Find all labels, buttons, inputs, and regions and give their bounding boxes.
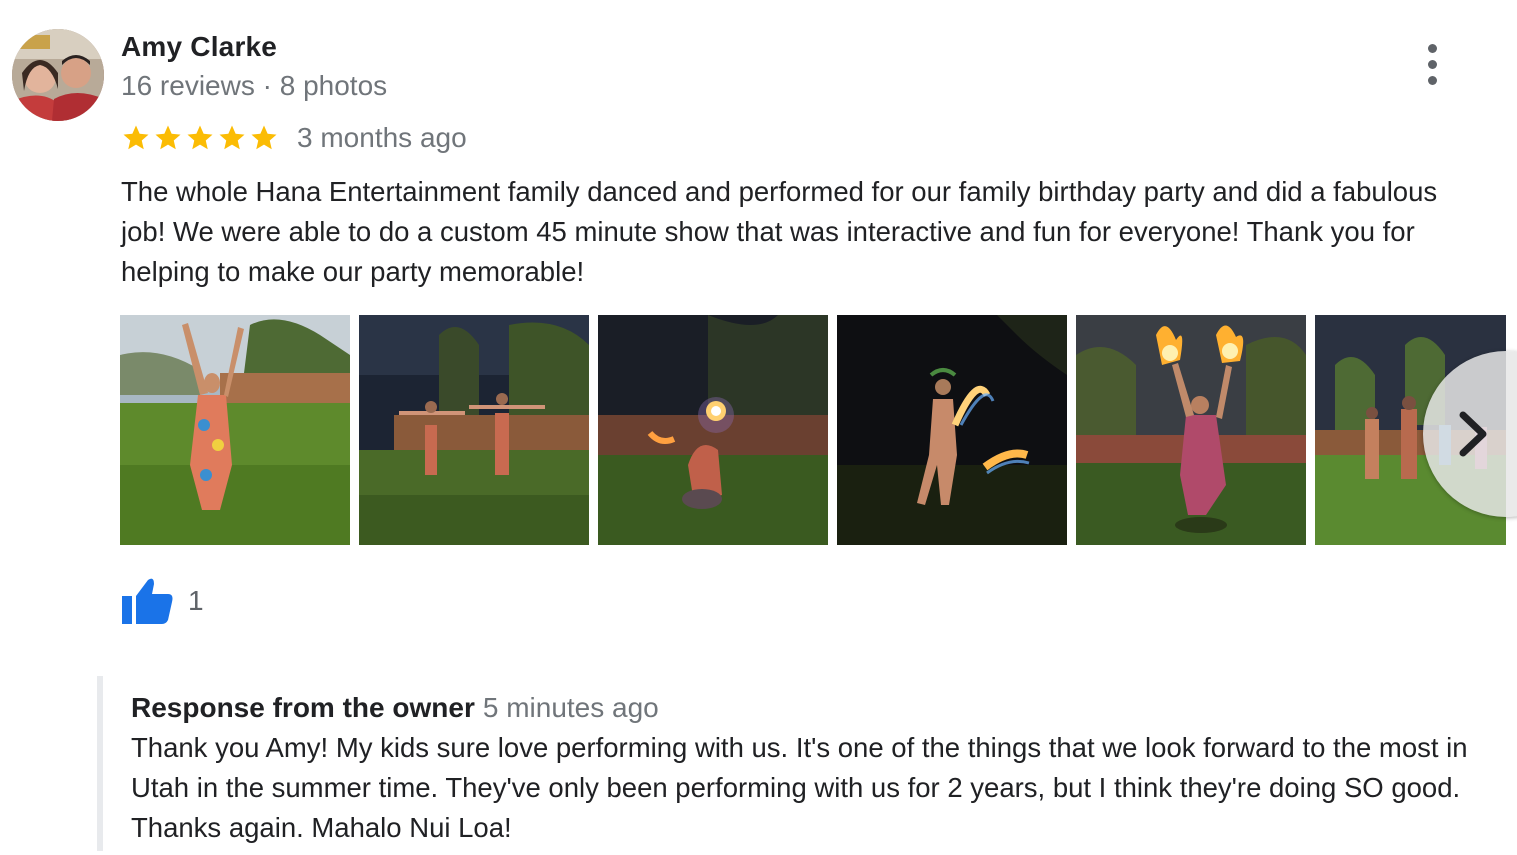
review-text: The whole Hana Entertainment family danc… — [121, 176, 1438, 287]
star-rating — [121, 123, 279, 153]
more-dot — [1427, 75, 1437, 85]
more-dot — [1427, 43, 1437, 53]
like-count: 1 — [188, 585, 204, 616]
star-icon — [251, 125, 277, 150]
star-icon — [219, 125, 245, 150]
rating-row: 3 months ago — [121, 120, 467, 156]
owner-response-text: Thank you Amy! My kids sure love perform… — [131, 732, 1468, 843]
reviewer-meta: 16 reviews · 8 photos — [121, 70, 388, 101]
review-photo-5[interactable] — [1076, 315, 1306, 545]
review-photo-2[interactable] — [359, 315, 589, 545]
more-dot — [1427, 59, 1437, 69]
review-photo-4[interactable] — [837, 315, 1067, 545]
owner-response-time: 5 minutes ago — [482, 692, 659, 723]
thumbs-up-icon[interactable] — [120, 576, 174, 626]
star-icon — [187, 125, 213, 150]
owner-response: Response from the owner 5 minutes ago Tha… — [97, 676, 1503, 851]
review-photo-1[interactable] — [120, 315, 350, 545]
photo-strip — [120, 315, 1506, 545]
review-time: 3 months ago — [297, 122, 467, 153]
owner-response-header: Response from the owner 5 minutes ago — [131, 692, 659, 724]
review-photo-3[interactable] — [598, 315, 828, 545]
star-icon — [155, 125, 181, 150]
owner-response-title: Response from the owner — [131, 692, 475, 723]
star-icon — [123, 125, 149, 150]
chevron-right-icon — [1459, 411, 1487, 457]
more-options-icon[interactable] — [1412, 40, 1452, 88]
like-row: 1 — [120, 576, 204, 626]
reviewer-avatar[interactable] — [12, 29, 104, 121]
reviewer-name[interactable]: Amy Clarke — [121, 31, 277, 63]
